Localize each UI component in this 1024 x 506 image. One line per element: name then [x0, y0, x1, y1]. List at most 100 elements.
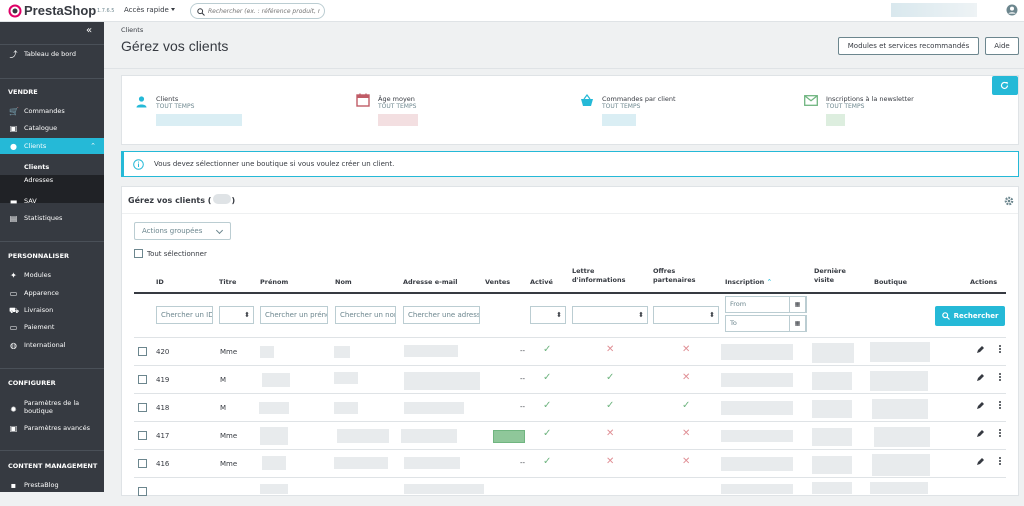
cell-email [404, 402, 464, 414]
sidebar-item-sav[interactable]: ▬ SAV [0, 194, 104, 208]
table-row[interactable]: 417 Mme ✓ ✕ ✕ [134, 422, 1006, 450]
active-check-icon[interactable]: ✓ [543, 372, 551, 383]
label-line-2: boutique [24, 407, 53, 415]
sidebar-subitem-addresses[interactable]: Adresses [24, 176, 53, 184]
edit-icon[interactable] [976, 373, 985, 382]
sidebar-item-modules[interactable]: ✦ Modules [0, 268, 104, 282]
active-check-icon[interactable]: ✓ [543, 400, 551, 411]
newsletter-check-icon[interactable]: ✓ [606, 372, 614, 383]
refresh-kpi-button[interactable] [992, 76, 1018, 95]
sidebar-item-shipping[interactable]: ⛟ Livraison [0, 303, 104, 317]
active-check-icon[interactable]: ✓ [543, 344, 551, 355]
table-row[interactable]: 419 M -- ✓ ✓ ✕ [134, 366, 1006, 394]
select-all[interactable]: Tout sélectionner [134, 249, 207, 258]
optin-cross-icon[interactable]: ✕ [682, 344, 690, 355]
search-input[interactable] [208, 6, 320, 16]
search-filter-button[interactable]: Rechercher [935, 306, 1005, 326]
more-vertical-icon[interactable] [999, 345, 1002, 354]
edit-icon[interactable] [976, 401, 985, 410]
edit-icon[interactable] [976, 345, 985, 354]
sidebar-item-label: Statistiques [24, 214, 63, 222]
employee-avatar-icon[interactable] [1006, 4, 1018, 16]
table-row[interactable] [134, 478, 1006, 506]
sidebar-item-customers[interactable]: ● Clients ⌃ [0, 138, 104, 154]
optin-check-icon[interactable]: ✓ [682, 400, 690, 411]
quick-access-menu[interactable]: Accès rapide [124, 6, 175, 14]
row-checkbox[interactable] [138, 403, 147, 412]
col-header-newsletter[interactable]: Lettre d'informations [572, 267, 625, 285]
gear-icon[interactable] [1004, 196, 1014, 206]
newsletter-cross-icon[interactable]: ✕ [606, 456, 614, 467]
search-box[interactable] [190, 3, 325, 19]
filter-lastname-input[interactable]: Chercher un nom [335, 306, 396, 324]
more-vertical-icon[interactable] [999, 373, 1002, 382]
more-vertical-icon[interactable] [999, 457, 1002, 466]
col-header-last-visit[interactable]: Dernière visite [814, 267, 846, 285]
newsletter-cross-icon[interactable]: ✕ [606, 428, 614, 439]
filter-id-input[interactable]: Chercher un ID [156, 306, 213, 324]
active-check-icon[interactable]: ✓ [543, 456, 551, 467]
sidebar-item-shop-parameters[interactable]: ✹ Paramètres de la boutique [0, 399, 104, 421]
optin-cross-icon[interactable]: ✕ [682, 372, 690, 383]
sidebar-subitem-customers[interactable]: Clients [24, 163, 49, 171]
col-header-email[interactable]: Adresse e-mail [403, 278, 457, 287]
logo-text[interactable]: PrestaShop [24, 3, 96, 18]
sidebar-item-dashboard[interactable]: ⤴ Tableau de bord [0, 47, 104, 61]
cell-email [404, 457, 460, 469]
col-header-sales[interactable]: Ventes [485, 278, 510, 287]
filter-title-select[interactable] [219, 306, 254, 324]
row-checkbox[interactable] [138, 347, 147, 356]
sidebar-item-orders[interactable]: 🛒 Commandes [0, 104, 104, 118]
filter-newsletter-select[interactable] [572, 306, 648, 324]
sidebar-item-international[interactable]: ◍ International [0, 338, 104, 352]
table-row[interactable]: 416 Mme -- ✓ ✕ ✕ [134, 450, 1006, 478]
more-vertical-icon[interactable] [999, 429, 1002, 438]
row-checkbox[interactable] [138, 431, 147, 440]
sidebar-item-catalog[interactable]: ▣ Catalogue [0, 121, 104, 135]
sidebar-item-advanced-parameters[interactable]: ▣ Paramètres avancés [0, 421, 104, 435]
optin-cross-icon[interactable]: ✕ [682, 456, 690, 467]
col-header-title[interactable]: Titre [219, 278, 236, 287]
more-vertical-icon[interactable] [999, 401, 1002, 410]
bulk-actions-dropdown[interactable]: Actions groupées [134, 222, 231, 240]
edit-icon[interactable] [976, 457, 985, 466]
prestashop-logo-icon[interactable] [8, 4, 22, 18]
col-header-lastname[interactable]: Nom [335, 278, 352, 287]
filter-active-select[interactable] [530, 306, 566, 324]
calendar-icon[interactable]: ▦ [789, 296, 806, 313]
optin-cross-icon[interactable]: ✕ [682, 428, 690, 439]
sort-asc-icon[interactable]: ⌃ [767, 278, 772, 286]
filter-date-to[interactable]: To ▦ [725, 315, 807, 332]
col-header-shop[interactable]: Boutique [874, 278, 907, 287]
newsletter-cross-icon[interactable]: ✕ [606, 344, 614, 355]
cell-date-add [721, 344, 793, 360]
filter-optin-select[interactable] [653, 306, 719, 324]
cell-sales: -- [520, 459, 526, 467]
sidebar-item-stats[interactable]: ▤ Statistiques [0, 211, 104, 225]
col-header-id[interactable]: ID [156, 278, 164, 287]
calendar-icon[interactable]: ▦ [789, 315, 806, 332]
col-header-date-add[interactable]: Inscription ⌃ [725, 278, 772, 287]
sidebar-item-prestablog[interactable]: ▪ PrestaBlog [0, 478, 104, 492]
active-check-icon[interactable]: ✓ [543, 428, 551, 439]
filter-date-from[interactable]: From ▦ [725, 296, 807, 313]
col-header-firstname[interactable]: Prénom [260, 278, 288, 287]
table-row[interactable]: 420 Mme -- ✓ ✕ ✕ [134, 338, 1006, 366]
breadcrumb[interactable]: Clients [121, 26, 143, 34]
newsletter-check-icon[interactable]: ✓ [606, 400, 614, 411]
help-button[interactable]: Aide [985, 37, 1019, 55]
sidebar-item-payment[interactable]: ▭ Paiement [0, 320, 104, 334]
row-checkbox[interactable] [138, 459, 147, 468]
select-all-checkbox[interactable] [134, 249, 143, 258]
col-header-optin[interactable]: Offres partenaires [653, 267, 696, 285]
row-checkbox[interactable] [138, 375, 147, 384]
filter-email-input[interactable]: Chercher une adresse [403, 306, 480, 324]
collapse-sidebar-icon[interactable]: « [86, 25, 92, 36]
table-row[interactable]: 418 M -- ✓ ✓ ✓ [134, 394, 1006, 422]
shop-selector[interactable] [891, 3, 977, 17]
edit-icon[interactable] [976, 429, 985, 438]
sidebar-item-appearance[interactable]: ▭ Apparence [0, 286, 104, 300]
filter-firstname-input[interactable]: Chercher un prénom [260, 306, 328, 324]
recommended-modules-button[interactable]: Modules et services recommandés [838, 37, 979, 55]
col-header-active[interactable]: Activé [530, 278, 553, 287]
